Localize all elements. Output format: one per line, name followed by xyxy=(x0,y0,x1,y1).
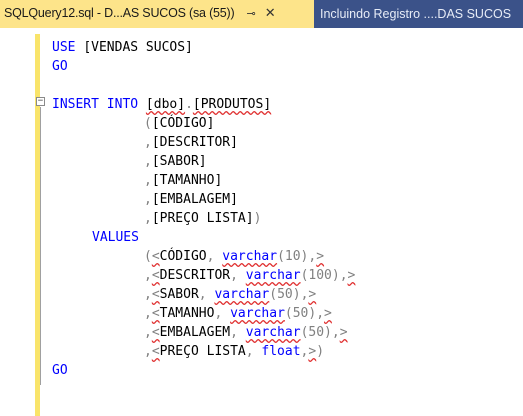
tab-title: Incluindo Registro ....DAS SUCOS xyxy=(320,7,512,21)
code-line: ,<EMBALAGEM, varchar(50),> xyxy=(144,325,348,340)
punctuation: < xyxy=(151,268,160,283)
identifier: [DESCRITOR] xyxy=(151,135,238,150)
code-line: USE [VENDAS SUCOS] xyxy=(52,38,355,57)
punctuation: , xyxy=(144,135,152,150)
type-name: varchar xyxy=(230,306,285,321)
punctuation: < xyxy=(151,306,160,321)
type-name: varchar xyxy=(245,268,301,283)
keyword: GO xyxy=(52,363,68,378)
identifier: [CÓDIGO] xyxy=(151,116,215,131)
identifier: [PREÇO LISTA] xyxy=(151,211,254,226)
code-line: VALUES xyxy=(52,228,355,247)
collapse-icon[interactable]: − xyxy=(36,97,45,106)
type-arg: (50) xyxy=(300,325,332,340)
identifier: [EMBALAGEM] xyxy=(151,192,238,207)
code-line: ,<SABOR, varchar(50),> xyxy=(144,287,317,302)
punctuation: , xyxy=(144,325,152,340)
punctuation: < xyxy=(151,287,160,302)
code-line: ,[SABOR] xyxy=(52,152,355,171)
code-line: ,<PREÇO LISTA, float,>) xyxy=(144,344,325,359)
tab-title: SQLQuery12.sql - D...AS SUCOS (sa (55)) xyxy=(4,6,235,20)
param-name: PREÇO LISTA xyxy=(159,344,246,359)
code-line: ,[TAMANHO] xyxy=(52,171,355,190)
code-line: ,[EMBALAGEM] xyxy=(52,190,355,209)
punctuation: , xyxy=(144,306,152,321)
code-area[interactable]: USE [VENDAS SUCOS] GO INSERT INTO [dbo].… xyxy=(52,38,355,380)
keyword: INSERT INTO xyxy=(52,97,139,112)
param-name: CÓDIGO xyxy=(159,249,207,264)
close-icon[interactable]: ✕ xyxy=(265,5,276,21)
type-name: float xyxy=(261,344,301,359)
param-name: EMBALAGEM xyxy=(159,325,231,340)
type-arg: (50) xyxy=(269,287,301,302)
punctuation: > xyxy=(339,325,348,340)
type-arg: (100) xyxy=(300,268,340,283)
type-arg: (50) xyxy=(284,306,317,321)
punctuation: < xyxy=(151,325,160,340)
punctuation: , xyxy=(144,268,152,283)
identifier: [SABOR] xyxy=(151,154,207,169)
punctuation: < xyxy=(151,344,160,359)
type-name: varchar xyxy=(214,287,270,302)
code-line: ,<DESCRITOR, varchar(100),> xyxy=(144,268,356,283)
identifier: [VENDAS SUCOS] xyxy=(83,40,193,55)
punctuation: , xyxy=(144,287,152,302)
punctuation: > xyxy=(347,268,356,283)
code-line: GO xyxy=(52,57,355,76)
tab-sqlquery12[interactable]: SQLQuery12.sql - D...AS SUCOS (sa (55)) … xyxy=(0,0,314,28)
punctuation: ) xyxy=(316,344,325,359)
type-name: varchar xyxy=(222,249,278,264)
punctuation: > xyxy=(324,306,332,321)
param-name: TAMANHO xyxy=(159,306,215,321)
punctuation: . xyxy=(185,97,193,112)
type-name: varchar xyxy=(245,325,301,340)
param-name: DESCRITOR xyxy=(159,268,231,283)
identifier: [PRODUTOS] xyxy=(192,97,272,112)
param-name: SABOR xyxy=(159,287,199,302)
code-line: INSERT INTO [dbo].[PRODUTOS] xyxy=(52,95,355,114)
punctuation: ( xyxy=(144,116,152,131)
punctuation: , xyxy=(144,211,152,226)
punctuation: < xyxy=(151,249,160,264)
punctuation: , xyxy=(144,173,152,188)
punctuation: > xyxy=(308,287,317,302)
pin-icon[interactable]: ⊸ xyxy=(246,7,255,20)
code-line: (<CÓDIGO, varchar(10),> xyxy=(144,249,325,264)
keyword: USE xyxy=(52,40,76,55)
punctuation: ) xyxy=(253,211,262,226)
type-arg: (10) xyxy=(277,249,309,264)
identifier: [TAMANHO] xyxy=(151,173,223,188)
keyword: VALUES xyxy=(92,230,139,245)
outline-guide-line xyxy=(40,107,41,385)
punctuation: ( xyxy=(144,249,152,264)
code-line: ([CÓDIGO] xyxy=(52,114,355,133)
punctuation: , xyxy=(144,344,152,359)
code-line: ,<TAMANHO, varchar(50),> xyxy=(144,306,332,321)
punctuation: > xyxy=(316,249,325,264)
identifier: [dbo] xyxy=(145,97,186,112)
punctuation: , xyxy=(144,154,152,169)
query-editor[interactable]: − USE [VENDAS SUCOS] GO INSERT INTO [dbo… xyxy=(0,28,523,416)
keyword: GO xyxy=(52,59,68,74)
tab-incluindo-registro[interactable]: Incluindo Registro ....DAS SUCOS xyxy=(314,0,523,28)
code-line: ,[DESCRITOR] xyxy=(52,133,355,152)
punctuation: , xyxy=(144,192,152,207)
document-tab-strip: SQLQuery12.sql - D...AS SUCOS (sa (55)) … xyxy=(0,0,523,28)
code-line: ,[PREÇO LISTA]) xyxy=(52,209,355,228)
code-line: GO xyxy=(52,361,355,380)
